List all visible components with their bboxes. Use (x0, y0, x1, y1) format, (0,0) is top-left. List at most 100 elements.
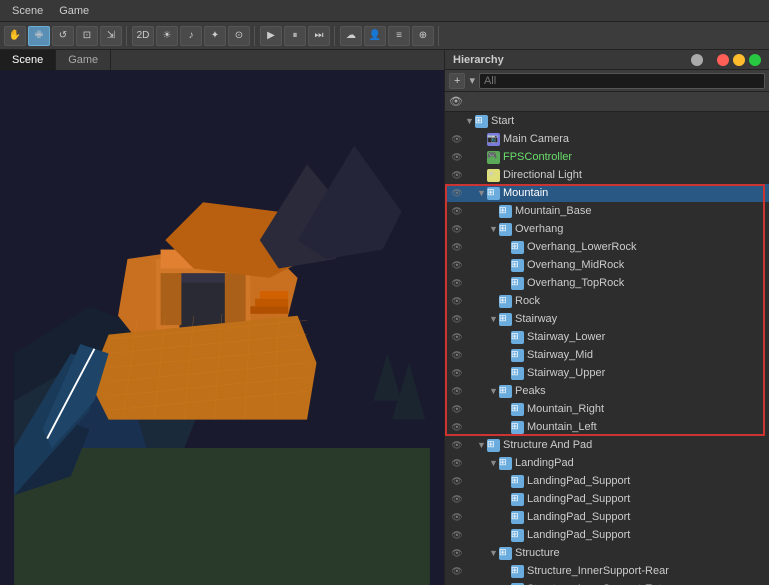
label-stairway-upper: Stairway_Upper (527, 367, 605, 379)
eye-cell-mountain[interactable]: 👁 (449, 188, 465, 199)
eye-cell-mountain-right[interactable]: 👁 (449, 404, 465, 415)
toolbar-audio-btn[interactable]: ♪ (180, 26, 202, 46)
arrow-stairway[interactable] (489, 314, 499, 324)
arrow-peaks[interactable] (489, 386, 499, 396)
toolbar-layers-btn[interactable]: ≡ (388, 26, 410, 46)
lock-icon[interactable] (691, 54, 703, 66)
search-input[interactable] (479, 73, 765, 89)
close-icon[interactable] (717, 54, 729, 66)
icon-stairway-lower: ⊞ (511, 331, 524, 344)
toolbar-rect-btn[interactable]: ⇲ (100, 26, 122, 46)
label-structure: Structure (515, 547, 560, 559)
icon-structure-and-pad: ⊞ (487, 439, 500, 452)
toolbar-layout-btn[interactable]: ⊕ (412, 26, 434, 46)
tree-item-main-camera[interactable]: 👁📷Main Camera (445, 130, 769, 148)
tree-item-rock[interactable]: 👁⊞Rock (445, 292, 769, 310)
eye-cell-rock[interactable]: 👁 (449, 296, 465, 307)
tree-item-structure-and-pad[interactable]: 👁⊞Structure And Pad (445, 436, 769, 454)
eye-cell-stairway[interactable]: 👁 (449, 314, 465, 325)
toolbar-pause-btn[interactable]: ⏸ (284, 26, 306, 46)
tree-item-mountain-left[interactable]: 👁⊞Mountain_Left (445, 418, 769, 436)
eye-cell-overhang[interactable]: 👁 (449, 224, 465, 235)
icon-overhang: ⊞ (499, 223, 512, 236)
menu-game[interactable]: Game (51, 5, 97, 17)
label-rock: Rock (515, 295, 540, 307)
eye-cell-overhang-lowerrock[interactable]: 👁 (449, 242, 465, 253)
toolbar-light-btn[interactable]: ☀ (156, 26, 178, 46)
arrow-start[interactable] (465, 116, 475, 126)
tree-item-structure-inner-rear[interactable]: 👁⊞Structure_InnerSupport-Rear (445, 562, 769, 580)
tree-item-stairway-upper[interactable]: 👁⊞Stairway_Upper (445, 364, 769, 382)
eye-cell-structure-and-pad[interactable]: 👁 (449, 440, 465, 451)
eye-cell-mountain-left[interactable]: 👁 (449, 422, 465, 433)
tree-item-mountain-right[interactable]: 👁⊞Mountain_Right (445, 400, 769, 418)
menu-scene[interactable]: Scene (4, 5, 51, 17)
tree-item-peaks[interactable]: 👁⊞Peaks (445, 382, 769, 400)
eye-cell-landingpad-support1[interactable]: 👁 (449, 476, 465, 487)
tree-item-landingpad-support4[interactable]: 👁⊞LandingPad_Support (445, 526, 769, 544)
add-button[interactable]: + (449, 73, 465, 89)
icon-landing-pad: ⊞ (499, 457, 512, 470)
tree-item-stairway-lower[interactable]: 👁⊞Stairway_Lower (445, 328, 769, 346)
maximize-icon[interactable] (749, 54, 761, 66)
toolbar-play-btn[interactable]: ▶ (260, 26, 282, 46)
eye-cell-stairway-lower[interactable]: 👁 (449, 332, 465, 343)
toolbar-cloud-btn[interactable]: ☁ (340, 26, 362, 46)
tree-container[interactable]: ⊞Start👁📷Main Camera👁🎮FPSController👁☀Dire… (445, 112, 769, 585)
eye-cell-landingpad-support4[interactable]: 👁 (449, 530, 465, 541)
arrow-structure-and-pad[interactable] (477, 440, 487, 450)
eye-cell-landing-pad[interactable]: 👁 (449, 458, 465, 469)
eye-cell-overhang-toprock[interactable]: 👁 (449, 278, 465, 289)
toolbar-step-btn[interactable]: ⏭ (308, 26, 330, 46)
tree-item-overhang-midrock[interactable]: 👁⊞Overhang_MidRock (445, 256, 769, 274)
dropdown-arrow[interactable]: ▾ (469, 74, 475, 87)
eye-cell-structure-inner-rear[interactable]: 👁 (449, 566, 465, 577)
scene-view: Scene Game (0, 50, 444, 585)
eye-cell-stairway-upper[interactable]: 👁 (449, 368, 465, 379)
arrow-landing-pad[interactable] (489, 458, 499, 468)
tree-item-mountain-base[interactable]: 👁⊞Mountain_Base (445, 202, 769, 220)
tree-item-landingpad-support1[interactable]: 👁⊞LandingPad_Support (445, 472, 769, 490)
eye-cell-landingpad-support2[interactable]: 👁 (449, 494, 465, 505)
eye-cell-fps-controller[interactable]: 👁 (449, 152, 465, 163)
tree-item-overhang-lowerrock[interactable]: 👁⊞Overhang_LowerRock (445, 238, 769, 256)
tree-item-start[interactable]: ⊞Start (445, 112, 769, 130)
eye-cell-directional-light[interactable]: 👁 (449, 170, 465, 181)
toolbar-rotate-btn[interactable]: ↺ (52, 26, 74, 46)
tree-item-fps-controller[interactable]: 👁🎮FPSController (445, 148, 769, 166)
icon-main-camera: 📷 (487, 133, 500, 146)
arrow-mountain[interactable] (477, 188, 487, 198)
tree-item-structure-inner-entrance[interactable]: 👁⊞Structure_InnerSupport-Entrance (445, 580, 769, 585)
eye-cell-stairway-mid[interactable]: 👁 (449, 350, 465, 361)
eye-cell-main-camera[interactable]: 👁 (449, 134, 465, 145)
tab-game[interactable]: Game (56, 50, 111, 70)
toolbar-fx-btn[interactable]: ✦ (204, 26, 226, 46)
tree-item-overhang[interactable]: 👁⊞Overhang (445, 220, 769, 238)
scene-canvas[interactable] (0, 70, 444, 585)
tab-scene[interactable]: Scene (0, 50, 56, 70)
eye-cell-peaks[interactable]: 👁 (449, 386, 465, 397)
eye-cell-structure[interactable]: 👁 (449, 548, 465, 559)
toolbar-account-btn[interactable]: 👤 (364, 26, 386, 46)
arrow-overhang[interactable] (489, 224, 499, 234)
tree-item-landingpad-support3[interactable]: 👁⊞LandingPad_Support (445, 508, 769, 526)
tree-item-stairway[interactable]: 👁⊞Stairway (445, 310, 769, 328)
toolbar-gizmos-btn[interactable]: ⊙ (228, 26, 250, 46)
toolbar-hand-btn[interactable]: ✋ (4, 26, 26, 46)
tree-item-overhang-toprock[interactable]: 👁⊞Overhang_TopRock (445, 274, 769, 292)
eye-cell-mountain-base[interactable]: 👁 (449, 206, 465, 217)
toolbar-move-btn[interactable]: ✙ (28, 26, 50, 46)
minimize-icon[interactable] (733, 54, 745, 66)
toolbar-2d-btn[interactable]: 2D (132, 26, 154, 46)
toolbar-play-group: ▶ ⏸ ⏭ (260, 26, 335, 46)
eye-cell-overhang-midrock[interactable]: 👁 (449, 260, 465, 271)
arrow-structure[interactable] (489, 548, 499, 558)
toolbar-scale-btn[interactable]: ⊡ (76, 26, 98, 46)
tree-item-mountain[interactable]: 👁⊞Mountain (445, 184, 769, 202)
tree-item-structure[interactable]: 👁⊞Structure (445, 544, 769, 562)
tree-item-stairway-mid[interactable]: 👁⊞Stairway_Mid (445, 346, 769, 364)
tree-item-landing-pad[interactable]: 👁⊞LandingPad (445, 454, 769, 472)
tree-item-landingpad-support2[interactable]: 👁⊞LandingPad_Support (445, 490, 769, 508)
eye-cell-landingpad-support3[interactable]: 👁 (449, 512, 465, 523)
tree-item-directional-light[interactable]: 👁☀Directional Light (445, 166, 769, 184)
